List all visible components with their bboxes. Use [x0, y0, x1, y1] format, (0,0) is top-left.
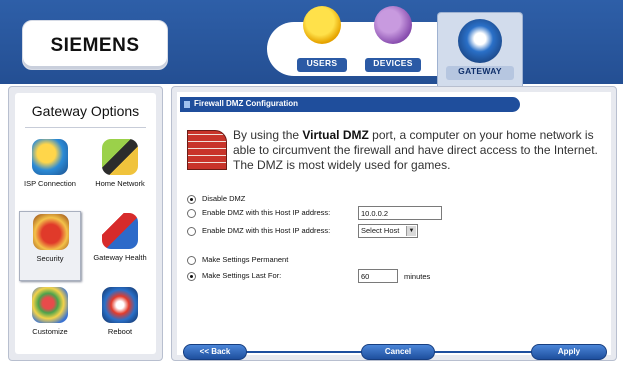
host-ip-input[interactable]: [358, 206, 442, 220]
select-host-value: Select Host: [361, 226, 400, 235]
intro-highlight: Virtual DMZ: [302, 128, 369, 142]
divider: [25, 127, 146, 128]
security-icon: [33, 214, 69, 250]
select-host-dropdown[interactable]: Select Host ▼: [358, 224, 418, 238]
option-label: Disable DMZ: [202, 194, 246, 204]
sidebar-item-label: ISP Connection: [24, 179, 76, 188]
option-label: Make Settings Last For:: [202, 271, 282, 281]
sidebar-item-reboot[interactable]: Reboot: [89, 285, 151, 355]
make-settings-permanent-radio[interactable]: [187, 255, 196, 265]
enable-dmz-host-radio[interactable]: [187, 226, 196, 236]
siemens-logo: SIEMENS: [22, 20, 168, 70]
sidebar-item-label: Customize: [32, 327, 68, 336]
option-label: Enable DMZ with this Host IP address:: [202, 226, 331, 236]
firewall-icon: [187, 130, 227, 170]
tab-users[interactable]: USERS: [294, 0, 350, 80]
make-settings-permanent-option[interactable]: Make Settings Permanent: [187, 253, 288, 267]
make-settings-last-for-option[interactable]: Make Settings Last For:: [187, 269, 281, 283]
sidebar-item-label: Home Network: [95, 179, 145, 188]
customize-icon: [32, 287, 68, 323]
tab-label: USERS: [306, 58, 338, 68]
duration-unit-label: minutes: [404, 272, 431, 281]
home-network-icon: [102, 139, 138, 175]
intro-text: By using the Virtual DMZ port, a compute…: [233, 128, 607, 173]
sidebar-item-label: Security: [36, 254, 64, 263]
intro-prefix: By using the: [233, 128, 303, 142]
chevron-down-icon: ▼: [406, 226, 416, 236]
enable-dmz-ip-option[interactable]: Enable DMZ with this Host IP address:: [187, 206, 330, 220]
sidebar-item-gateway-health[interactable]: Gateway Health: [89, 211, 151, 281]
gateway-icon: [458, 19, 502, 63]
gateway-health-icon: [102, 213, 138, 249]
sidebar-item-customize[interactable]: Customize: [19, 285, 81, 355]
gateway-options-panel: Gateway Options ISP Connection Home Netw…: [8, 86, 163, 361]
brand-name: SIEMENS: [50, 35, 140, 56]
sidebar-title: Gateway Options: [31, 103, 140, 119]
gateway-options-inner: Gateway Options ISP Connection Home Netw…: [15, 93, 156, 354]
users-icon: [303, 6, 341, 44]
isp-connection-icon: [32, 139, 68, 175]
tab-label: DEVICES: [373, 58, 413, 68]
back-button[interactable]: << Back: [183, 344, 247, 360]
main-panel: Firewall DMZ Configuration By using the …: [171, 86, 617, 361]
section-bullet-icon: [184, 101, 190, 108]
sidebar-item-home-network[interactable]: Home Network: [89, 137, 151, 207]
reboot-icon: [102, 287, 138, 323]
header: SIEMENS USERS DEVICES GATEWAY: [0, 0, 623, 96]
main-content: Firewall DMZ Configuration By using the …: [177, 92, 611, 360]
enable-dmz-ip-radio[interactable]: [187, 208, 196, 218]
disable-dmz-option[interactable]: Disable DMZ: [187, 192, 245, 206]
sidebar-item-isp-connection[interactable]: ISP Connection: [19, 137, 81, 207]
enable-dmz-host-option[interactable]: Enable DMZ with this Host IP address:: [187, 224, 330, 238]
section-header: Firewall DMZ Configuration: [180, 97, 520, 112]
sidebar-item-label: Reboot: [107, 327, 133, 336]
tab-gateway[interactable]: GATEWAY: [437, 12, 523, 96]
sidebar-item-security[interactable]: Security: [19, 211, 81, 281]
devices-icon: [374, 6, 412, 44]
disable-dmz-radio[interactable]: [187, 194, 196, 204]
option-label: Make Settings Permanent: [202, 255, 289, 265]
apply-button[interactable]: Apply: [531, 344, 607, 360]
make-settings-last-for-radio[interactable]: [187, 271, 196, 281]
cancel-button[interactable]: Cancel: [361, 344, 435, 360]
option-label: Enable DMZ with this Host IP address:: [202, 208, 331, 218]
section-title: Firewall DMZ Configuration: [194, 99, 298, 108]
duration-minutes-input[interactable]: [358, 269, 398, 283]
tab-devices[interactable]: DEVICES: [362, 0, 424, 80]
tab-label: GATEWAY: [458, 66, 502, 76]
sidebar-item-label: Gateway Health: [93, 253, 147, 262]
